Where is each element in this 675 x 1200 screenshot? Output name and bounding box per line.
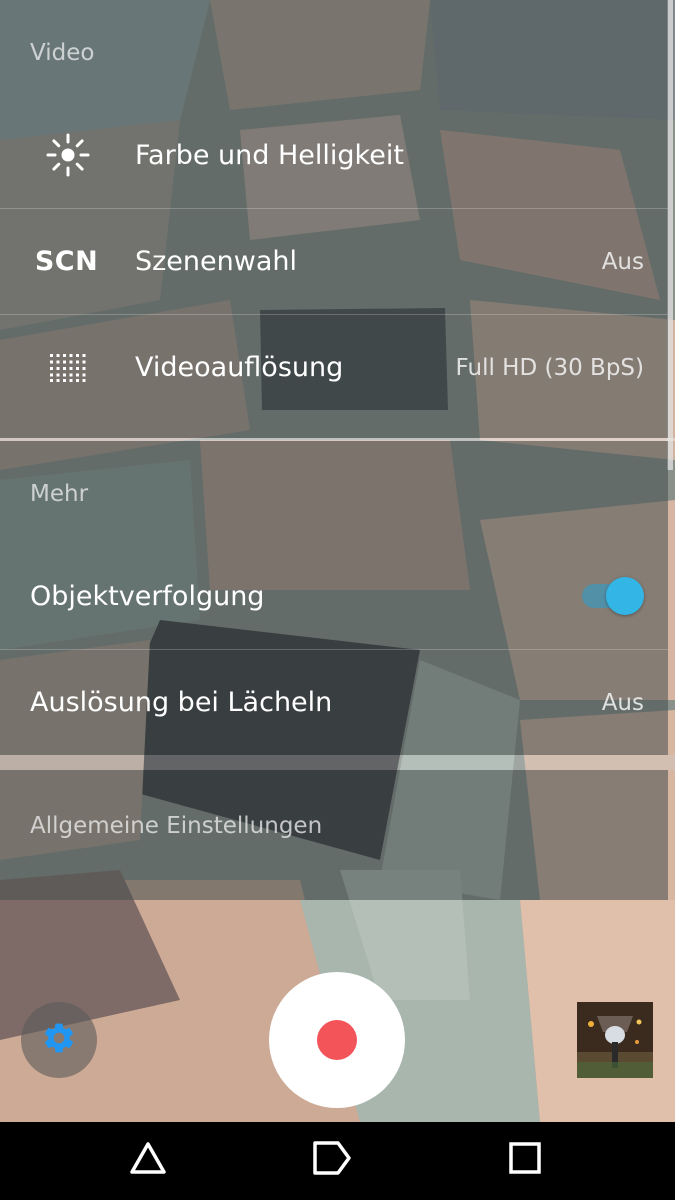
video-resolution-label: Videoauflösung [135,352,344,383]
smile-shutter-label: Auslösung bei Lächeln [30,687,333,718]
recents-button[interactable] [505,1140,545,1180]
record-icon [317,1020,357,1060]
record-button[interactable] [269,972,405,1108]
back-button[interactable] [128,1140,168,1180]
navigation-bar [0,1122,675,1200]
scene-selection-row[interactable]: SCN Szenenwahl Aus [0,208,668,314]
more-section-header: Mehr [30,481,89,507]
smile-shutter-value: Aus [601,689,644,716]
home-pentagon-icon [312,1140,352,1180]
color-brightness-label: Farbe und Helligkeit [135,139,404,171]
scene-selection-value: Aus [601,248,644,275]
scn-icon: SCN [0,246,135,277]
object-tracking-toggle[interactable] [580,576,644,616]
object-tracking-label: Objektverfolgung [30,580,265,612]
triangle-back-icon [129,1141,167,1179]
object-tracking-row[interactable]: Objektverfolgung [0,543,668,649]
grid-icon [0,353,135,382]
scn-icon-text: SCN [34,246,99,277]
color-brightness-row[interactable]: Farbe und Helligkeit [0,102,668,208]
square-recents-icon [508,1141,542,1179]
gear-icon [41,1020,77,1060]
sun-icon [0,132,135,178]
toggle-thumb [606,577,644,615]
video-section-header: Video [30,40,95,66]
more-section: Mehr Objektverfolgung Auslösung bei Läch… [0,441,668,755]
section-divider [0,755,675,770]
smile-shutter-row[interactable]: Auslösung bei Lächeln Aus [0,649,668,755]
general-section-header: Allgemeine Einstellungen [30,813,323,839]
video-section: Video Farbe und Helligkeit SCN Szenenwah… [0,0,668,438]
video-resolution-value: Full HD (30 BpS) [455,354,644,381]
settings-button[interactable] [21,1002,97,1078]
video-resolution-row[interactable]: Videoauflösung Full HD (30 BpS) [0,314,668,420]
scene-selection-label: Szenenwahl [135,246,297,277]
gallery-thumbnail[interactable] [577,1002,653,1078]
home-button[interactable] [312,1140,352,1180]
general-section[interactable]: Allgemeine Einstellungen [0,770,668,900]
